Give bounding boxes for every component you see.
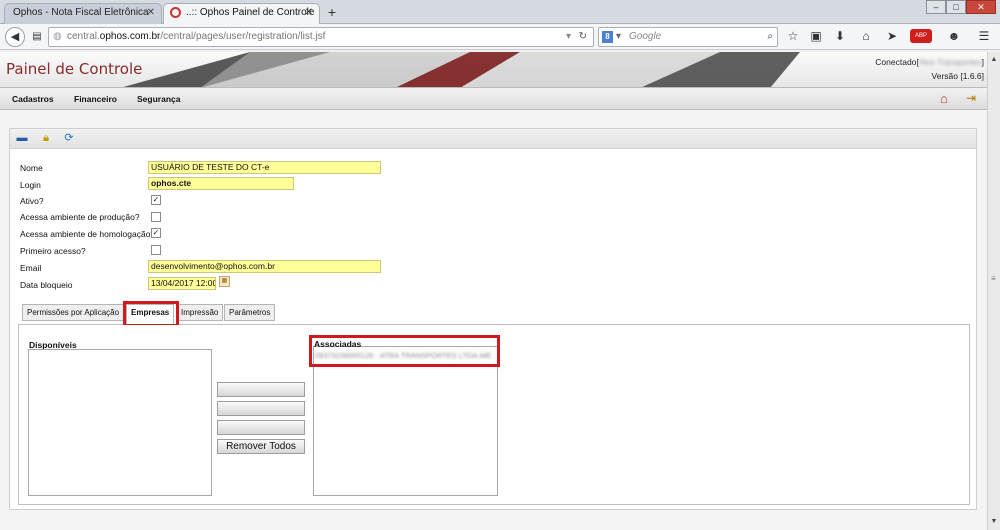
url-path: /central/pages/user/registration/list.js…	[160, 31, 326, 42]
url-domain: ophos.com.br	[99, 31, 161, 42]
remove-button[interactable]	[217, 420, 305, 435]
back-button[interactable]: ◀	[5, 27, 25, 47]
scroll-grip-icon[interactable]: ≡	[991, 275, 997, 283]
download-icon[interactable]: ⬇	[832, 28, 848, 44]
add-button[interactable]	[217, 382, 305, 397]
menu-seguranca[interactable]: Segurança	[137, 94, 180, 104]
version-label: Versão [1.6.6]	[931, 71, 984, 81]
browser-tab-nfe[interactable]: Ophos - Nota Fiscal Eletrônica ✕	[4, 3, 162, 24]
associadas-list[interactable]	[313, 346, 498, 496]
label-email: Email	[20, 263, 42, 273]
highlight-empresas-tab	[123, 301, 179, 327]
globe-icon: ◍	[53, 31, 62, 42]
form-toolbar: ▬ 🔒︎ ⟳	[10, 129, 976, 149]
label-homologacao: Acessa ambiente de homologação?	[20, 229, 156, 239]
page-list-icon[interactable]: ▤	[28, 28, 46, 46]
tab-title: Ophos - Nota Fiscal Eletrônica	[13, 7, 149, 18]
reload-icon[interactable]: ↻	[579, 28, 587, 46]
producao-checkbox[interactable]	[151, 212, 161, 222]
ativo-checkbox[interactable]: ✓	[151, 195, 161, 205]
refresh-icon[interactable]: ⟳	[62, 131, 76, 145]
browser-tab-strip: Ophos - Nota Fiscal Eletrônica ✕ ..:: Op…	[0, 0, 1000, 24]
label-data-bloqueio: Data bloqueio	[20, 280, 73, 290]
connected-user-name: Atra Transportes	[918, 57, 982, 67]
url-prefix: central.	[67, 31, 100, 42]
send-icon[interactable]: ➤	[884, 28, 900, 44]
scroll-up-icon[interactable]: ▲	[988, 54, 1000, 66]
scroll-down-icon[interactable]: ▼	[988, 516, 1000, 528]
save-icon[interactable]: ▬	[15, 131, 29, 145]
app-header: Painel de Controle Conectado[Atra Transp…	[0, 52, 987, 88]
tab-title: ..:: Ophos Painel de Controle	[186, 7, 315, 18]
login-field[interactable]: ophos.cte	[148, 177, 294, 190]
browser-tab-painel[interactable]: ..:: Ophos Painel de Controle ✕	[163, 3, 320, 24]
browser-nav-bar: ◀ ▤ ◍ central.ophos.com.br/central/pages…	[0, 24, 1000, 50]
label-primeiro-acesso: Primeiro acesso?	[20, 246, 86, 256]
label-producao: Acessa ambiente de produção?	[20, 212, 140, 222]
email-field[interactable]: desenvolvimento@ophos.com.br	[148, 260, 381, 273]
opera-ring-icon	[170, 7, 181, 18]
close-tab-icon[interactable]: ✕	[305, 7, 313, 18]
reading-list-icon[interactable]: ▣	[808, 28, 824, 44]
menu-cadastros[interactable]: Cadastros	[12, 94, 54, 104]
smiley-icon[interactable]: ☻	[946, 28, 962, 44]
new-tab-button[interactable]: +	[324, 3, 340, 21]
label-login: Login	[20, 180, 41, 190]
home-icon[interactable]: ⌂	[858, 28, 874, 44]
menu-icon[interactable]: ☰	[976, 28, 992, 44]
home-icon[interactable]: ⌂	[940, 91, 948, 106]
search-placeholder: Google	[629, 31, 662, 42]
connected-user: Conectado[Atra Transportes]	[875, 57, 984, 67]
primeiro-acesso-checkbox[interactable]	[151, 245, 161, 255]
calendar-icon[interactable]: ▦	[219, 276, 230, 287]
chevron-down-icon[interactable]: ▾	[616, 28, 621, 46]
lock-icon[interactable]: 🔒︎	[39, 131, 53, 145]
search-bar[interactable]: 8 ▾ Google ⌕	[598, 27, 778, 47]
close-tab-icon[interactable]: ✕	[147, 7, 155, 18]
page-scrollbar[interactable]: ▲ ≡ ▼	[987, 52, 1000, 530]
nome-field[interactable]: USUÁRIO DE TESTE DO CT-e	[148, 161, 381, 174]
logout-icon[interactable]: ⇥	[966, 91, 976, 105]
disponiveis-list[interactable]	[28, 349, 212, 496]
remove-all-button[interactable]: Remover Todos	[217, 439, 305, 454]
highlight-associadas	[309, 335, 500, 367]
maximize-button[interactable]: □	[946, 0, 966, 14]
menu-financeiro[interactable]: Financeiro	[74, 94, 117, 104]
add-all-button[interactable]	[217, 401, 305, 416]
tab-parametros[interactable]: Parâmetros	[224, 304, 276, 321]
adblock-icon[interactable]: ABP	[910, 29, 932, 43]
dropdown-icon[interactable]: ▾	[566, 28, 571, 46]
header-decoration	[123, 52, 800, 87]
connected-label: Conectado	[875, 57, 917, 67]
app-menu-bar: Cadastros Financeiro Segurança ⌂ ⇥	[0, 88, 987, 110]
homologacao-checkbox[interactable]: ✓	[151, 228, 161, 238]
star-icon[interactable]: ☆	[785, 28, 801, 44]
url-bar[interactable]: ◍ central.ophos.com.br/central/pages/use…	[48, 27, 594, 47]
minimize-button[interactable]: –	[926, 0, 946, 14]
label-nome: Nome	[20, 163, 43, 173]
tab-permissoes[interactable]: Permissões por Aplicação	[22, 304, 125, 321]
label-ativo: Ativo?	[20, 196, 44, 206]
tab-impressao[interactable]: Impressão	[176, 304, 224, 321]
google-icon: 8	[602, 31, 613, 43]
search-icon[interactable]: ⌕	[767, 28, 773, 46]
window-close-button[interactable]: ✕	[966, 0, 996, 14]
data-bloqueio-field[interactable]: 13/04/2017 12:00	[148, 277, 216, 290]
app-logo: Painel de Controle	[6, 60, 143, 78]
